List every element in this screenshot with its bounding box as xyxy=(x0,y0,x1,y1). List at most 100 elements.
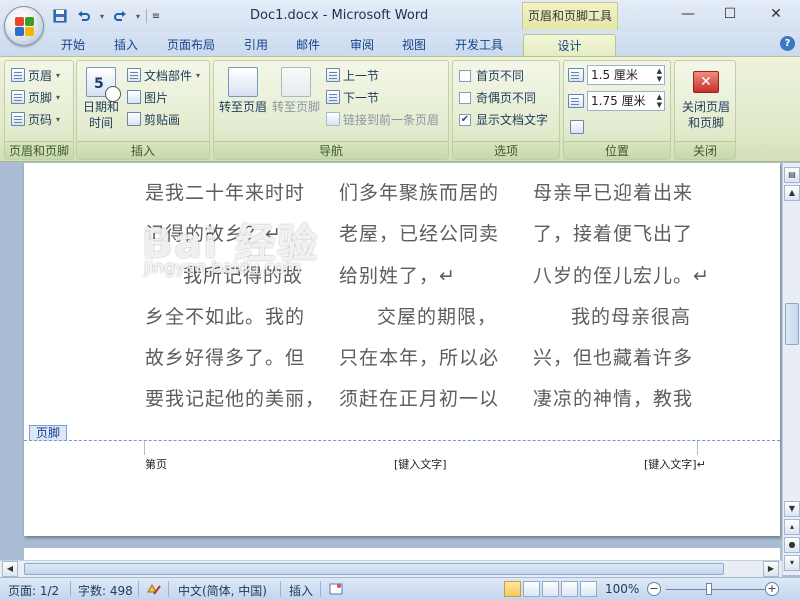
footer-position-input[interactable]: 1.75 厘米 ▲ ▼ xyxy=(587,91,665,111)
footer-button[interactable]: 页脚 ▾ xyxy=(11,87,60,107)
tab-references[interactable]: 引用 xyxy=(234,34,278,56)
zoom-level[interactable]: 100% xyxy=(605,582,639,596)
zoom-slider[interactable] xyxy=(666,589,766,590)
previous-page-icon[interactable]: ▴ xyxy=(784,519,800,535)
office-button[interactable] xyxy=(4,6,44,46)
previous-section-button[interactable]: 上一节 xyxy=(326,65,379,85)
header-position-input[interactable]: 1.5 厘米 ▲ ▼ xyxy=(587,65,665,85)
zoom-out-icon[interactable]: − xyxy=(647,582,661,596)
checkbox-unchecked xyxy=(459,91,471,104)
horizontal-scrollbar[interactable]: ◀ ▶ xyxy=(0,560,782,577)
previous-section-icon xyxy=(326,68,340,82)
text-column-3[interactable]: 母亲早已迎着出来 了，接着便飞出了 八岁的侄儿宏儿。↵ 我的母亲很高 兴，但也藏… xyxy=(533,173,710,421)
select-browse-object-icon[interactable]: ● xyxy=(784,537,800,553)
tab-view[interactable]: 视图 xyxy=(392,34,436,56)
different-first-page-checkbox[interactable]: 首页不同 xyxy=(459,67,524,84)
different-odd-even-checkbox[interactable]: 奇偶页不同 xyxy=(459,89,536,106)
text-line: 老屋，已经公同卖 xyxy=(339,223,500,246)
outline-view-icon[interactable] xyxy=(561,581,578,597)
close-button[interactable]: ✕ xyxy=(758,4,794,24)
ruler-toggle-icon[interactable]: ▤ xyxy=(784,167,800,183)
insert-mode[interactable]: 插入 xyxy=(289,582,313,599)
different-first-page-label: 首页不同 xyxy=(476,69,525,83)
text-line: 乡全不如此。我的 xyxy=(145,305,306,328)
page-count[interactable]: 页面: 1/2 xyxy=(8,582,59,599)
quick-access-toolbar: ▾ ▾ ≡ xyxy=(50,6,161,26)
page-number-button[interactable]: 页码 ▾ xyxy=(11,109,60,129)
macro-recording-icon[interactable] xyxy=(329,582,343,599)
header-position-spinner[interactable]: 1.5 厘米 ▲ ▼ xyxy=(568,65,665,85)
text-line: 们多年聚族而居的 xyxy=(339,182,500,204)
show-document-text-checkbox[interactable]: ✔ 显示文档文字 xyxy=(459,111,548,128)
undo-icon[interactable] xyxy=(74,7,94,25)
maximize-button[interactable]: ☐ xyxy=(712,4,748,24)
link-to-previous-button[interactable]: 链接到前一条页眉 xyxy=(326,109,439,129)
text-line: 给别姓了，↵ xyxy=(339,264,456,287)
save-icon[interactable] xyxy=(50,7,70,25)
date-time-button[interactable]: 5 日期和 时间 xyxy=(81,67,121,131)
redo-dropdown-icon[interactable]: ▾ xyxy=(134,7,142,25)
picture-icon xyxy=(127,90,141,104)
footer-center-placeholder[interactable]: [键入文字] xyxy=(394,456,447,472)
help-icon[interactable]: ? xyxy=(780,36,795,51)
tab-insert[interactable]: 插入 xyxy=(104,34,148,56)
footer-left-text[interactable]: 第页 xyxy=(145,456,167,472)
tab-home[interactable]: 开始 xyxy=(52,34,94,56)
close-header-footer-label-2: 和页脚 xyxy=(687,116,724,130)
goto-header-button[interactable]: 转至页眉 xyxy=(218,67,268,115)
picture-button[interactable]: 图片 xyxy=(127,87,168,107)
scroll-right-icon[interactable]: ▶ xyxy=(763,561,779,577)
next-section-button[interactable]: 下一节 xyxy=(326,87,379,107)
footer-position-spinner[interactable]: 1.75 厘米 ▲ ▼ xyxy=(568,91,665,111)
vertical-scrollbar[interactable]: ▤ ▲ ▼ ▴ ● ▾ xyxy=(782,163,800,575)
full-screen-reading-view-icon[interactable] xyxy=(523,581,540,597)
language-indicator[interactable]: 中文(简体, 中国) xyxy=(178,582,267,599)
scroll-up-icon[interactable]: ▲ xyxy=(784,185,800,201)
status-bar: 页面: 1/2 字数: 498 中文(简体, 中国) 插入 100% − + xyxy=(0,577,800,600)
header-button[interactable]: 页眉 ▾ xyxy=(11,65,60,85)
document-page[interactable]: 是我二十年来时时 记得的故乡？↵ 我所记得的故 乡全不如此。我的 故乡好得多了。… xyxy=(24,163,780,536)
word-count[interactable]: 字数: 498 xyxy=(78,582,133,599)
document-area[interactable]: 是我二十年来时时 记得的故乡？↵ 我所记得的故 乡全不如此。我的 故乡好得多了。… xyxy=(0,163,782,575)
tab-developer[interactable]: 开发工具 xyxy=(446,34,512,56)
scroll-down-icon[interactable]: ▼ xyxy=(784,501,800,517)
quick-parts-button[interactable]: 文档部件 ▾ xyxy=(127,65,200,85)
tab-mailings[interactable]: 邮件 xyxy=(286,34,330,56)
link-icon xyxy=(326,112,340,126)
text-column-2[interactable]: 们多年聚族而居的 老屋，已经公同卖 给别姓了，↵ 交屋的期限， 只在本年，所以必… xyxy=(339,173,499,421)
insert-alignment-tab-button[interactable] xyxy=(570,117,584,137)
ribbon: 页眉 ▾ 页脚 ▾ 页码 ▾ 页眉和页脚 5 日期和 时间 文档部件 ▾ 图片 … xyxy=(0,56,800,162)
page-number-icon xyxy=(11,112,25,126)
close-header-footer-button[interactable]: ✕ 关闭页眉 和页脚 xyxy=(677,67,735,131)
margin-tick xyxy=(144,441,145,455)
print-layout-view-icon[interactable] xyxy=(504,581,521,597)
quick-parts-label: 文档部件 xyxy=(144,68,193,83)
scroll-left-icon[interactable]: ◀ xyxy=(2,561,18,577)
picture-label: 图片 xyxy=(144,90,169,105)
proofing-icon[interactable] xyxy=(146,582,162,599)
redo-icon[interactable] xyxy=(110,7,130,25)
spinner-arrows-icon[interactable]: ▲ ▼ xyxy=(657,93,662,109)
zoom-in-icon[interactable]: + xyxy=(765,582,779,596)
minimize-button[interactable]: — xyxy=(670,4,706,24)
web-layout-view-icon[interactable] xyxy=(542,581,559,597)
vertical-scroll-thumb[interactable] xyxy=(785,303,799,345)
horizontal-scroll-thumb[interactable] xyxy=(24,563,724,575)
footer-right-placeholder[interactable]: [键入文字]↵ xyxy=(644,456,706,472)
tab-design[interactable]: 设计 xyxy=(523,34,616,56)
draft-view-icon[interactable] xyxy=(580,581,597,597)
goto-footer-button[interactable]: 转至页脚 xyxy=(270,67,322,115)
spinner-arrows-icon[interactable]: ▲ ▼ xyxy=(657,67,662,83)
zoom-slider-thumb[interactable] xyxy=(706,583,712,595)
ribbon-tabs: 开始 插入 页面布局 引用 邮件 审阅 视图 开发工具 设计 xyxy=(0,32,800,56)
link-to-previous-label: 链接到前一条页眉 xyxy=(343,112,440,127)
goto-header-icon xyxy=(228,67,258,97)
undo-dropdown-icon[interactable]: ▾ xyxy=(98,7,106,25)
tab-page-layout[interactable]: 页面布局 xyxy=(158,34,224,56)
customize-qat-icon[interactable]: ≡ xyxy=(151,7,161,25)
context-tool-title: 页眉和页脚工具 xyxy=(522,2,618,30)
tab-review[interactable]: 审阅 xyxy=(340,34,384,56)
clip-art-button[interactable]: 剪贴画 xyxy=(127,109,180,129)
next-page-icon[interactable]: ▾ xyxy=(784,555,800,571)
calendar-icon: 5 xyxy=(86,67,121,102)
